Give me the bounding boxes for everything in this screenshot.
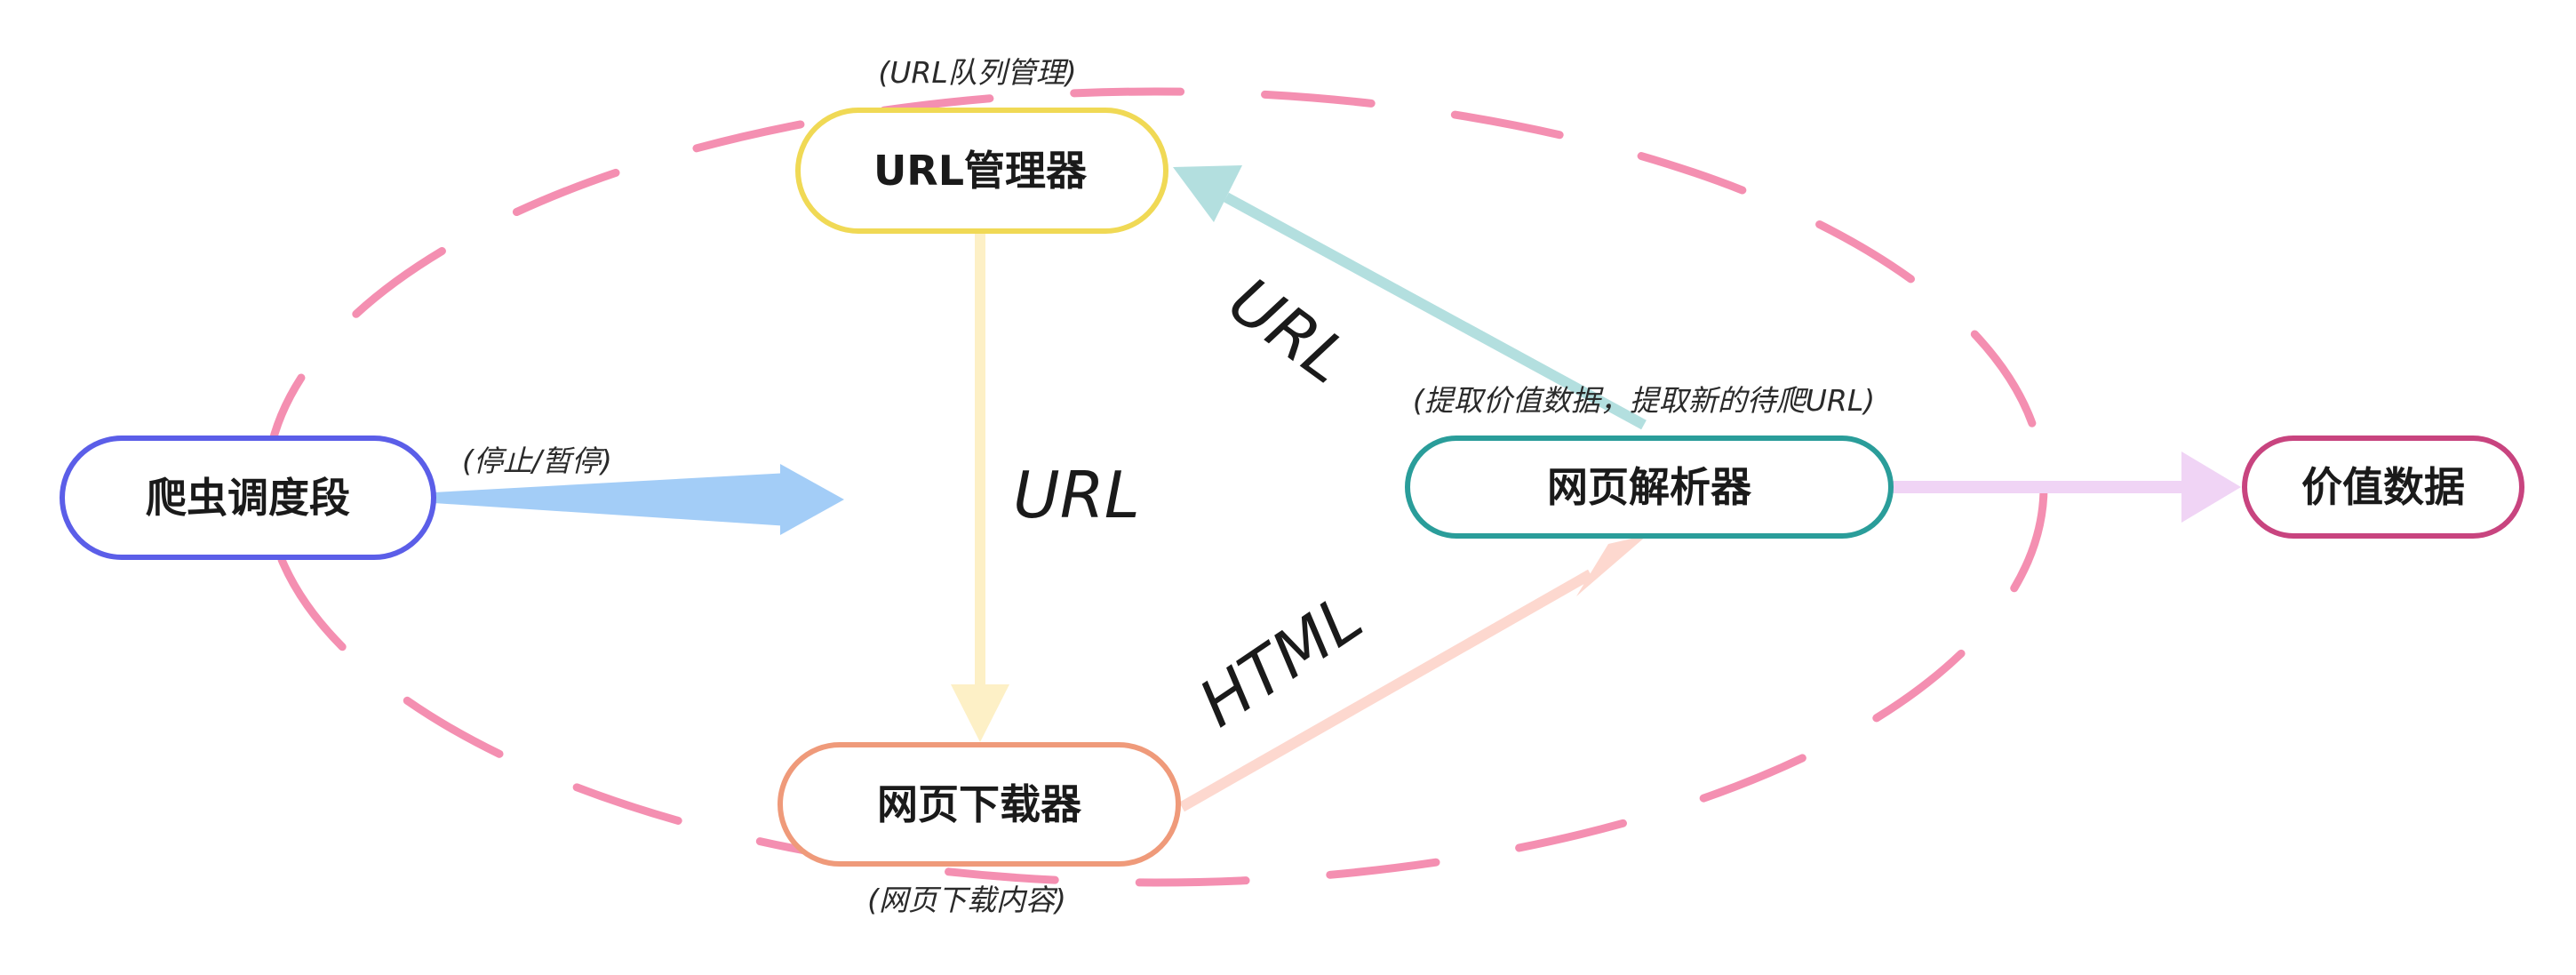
url-manager-label: URL管理器 xyxy=(873,147,1088,195)
edge-output xyxy=(1893,452,2241,523)
edge-label-url-down: URL xyxy=(1013,458,1140,532)
url-back-arrow-head xyxy=(1173,165,1242,222)
node-downloader[interactable]: 网页下载器 xyxy=(778,742,1181,867)
edge-url-down xyxy=(951,233,1009,742)
node-value-data[interactable]: 价值数据 xyxy=(2242,436,2524,539)
note-downloader: (网页下载内容) xyxy=(867,883,1066,917)
crawler-architecture-diagram: URL URL HTML 爬虫调度段 URL管理器 网页下载器 网页解析器 价值… xyxy=(60,55,2524,917)
output-arrow-head xyxy=(2181,452,2241,523)
node-parser[interactable]: 网页解析器 xyxy=(1405,436,1894,539)
start-arrow-head xyxy=(780,464,844,535)
downloader-label: 网页下载器 xyxy=(877,780,1082,828)
url-down-arrow-head xyxy=(951,684,1009,742)
edge-label-url-back: URL xyxy=(1216,263,1362,398)
start-arrow-shaft xyxy=(434,473,789,526)
html-arrow-head xyxy=(1576,535,1647,596)
value-data-label: 价值数据 xyxy=(2301,463,2465,511)
parser-label: 网页解析器 xyxy=(1547,463,1752,511)
note-url-manager: (URL队列管理) xyxy=(878,55,1076,90)
node-url-manager[interactable]: URL管理器 xyxy=(795,108,1168,234)
note-parser: (提取价值数据，提取新的待爬URL) xyxy=(1413,383,1875,418)
note-scheduler: (停止/暂停) xyxy=(462,444,612,478)
diagram-canvas: URL URL HTML 爬虫调度段 URL管理器 网页下载器 网页解析器 价值… xyxy=(0,0,2576,975)
node-scheduler[interactable]: 爬虫调度段 xyxy=(60,436,436,560)
scheduler-label: 爬虫调度段 xyxy=(146,474,350,522)
